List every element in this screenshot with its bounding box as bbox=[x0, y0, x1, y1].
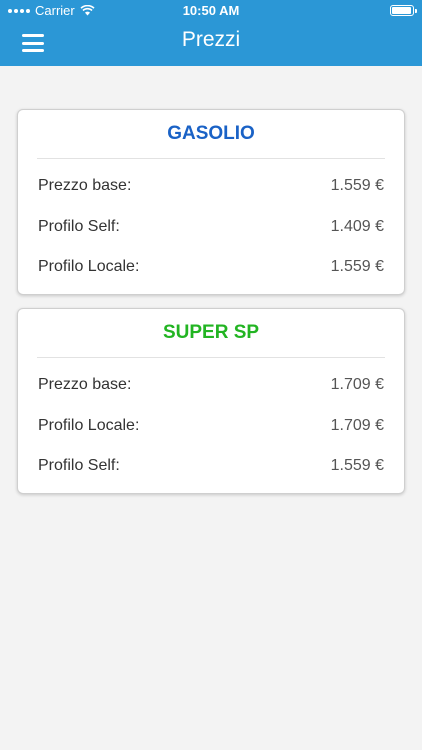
price-value: 1.709 € bbox=[330, 376, 384, 394]
price-label: Profilo Locale: bbox=[38, 416, 140, 434]
price-value: 1.559 € bbox=[330, 457, 384, 475]
battery-fill bbox=[392, 7, 411, 14]
price-row: Profilo Locale: 1.709 € bbox=[18, 406, 404, 447]
price-value: 1.559 € bbox=[330, 177, 384, 195]
price-row: Profilo Locale: 1.559 € bbox=[18, 247, 404, 288]
price-value: 1.709 € bbox=[330, 416, 384, 434]
nav-header: Carrier 10:50 AM Prezzi bbox=[0, 0, 422, 66]
status-bar: Carrier 10:50 AM bbox=[0, 0, 422, 22]
status-time: 10:50 AM bbox=[182, 3, 240, 18]
price-label: Profilo Self: bbox=[38, 217, 120, 235]
price-label: Prezzo base: bbox=[38, 376, 132, 394]
price-value: 1.409 € bbox=[330, 217, 384, 235]
price-card-super-sp: SUPER SP Prezzo base: 1.709 € Profilo Lo… bbox=[17, 308, 405, 494]
price-label: Prezzo base: bbox=[38, 177, 132, 195]
page-title: Prezzi bbox=[181, 28, 241, 51]
card-title: GASOLIO bbox=[167, 123, 255, 144]
price-row: Profilo Self: 1.559 € bbox=[18, 446, 404, 487]
battery-icon bbox=[390, 5, 417, 16]
price-row: Prezzo base: 1.709 € bbox=[18, 365, 404, 406]
price-row: Prezzo base: 1.559 € bbox=[18, 166, 404, 207]
price-value: 1.559 € bbox=[330, 258, 384, 276]
card-title: SUPER SP bbox=[162, 322, 260, 343]
price-row: Profilo Self: 1.409 € bbox=[18, 207, 404, 248]
price-card-gasolio: GASOLIO Prezzo base: 1.559 € Profilo Sel… bbox=[17, 109, 405, 295]
price-label: Profilo Self: bbox=[38, 457, 120, 475]
price-label: Profilo Locale: bbox=[38, 258, 140, 276]
